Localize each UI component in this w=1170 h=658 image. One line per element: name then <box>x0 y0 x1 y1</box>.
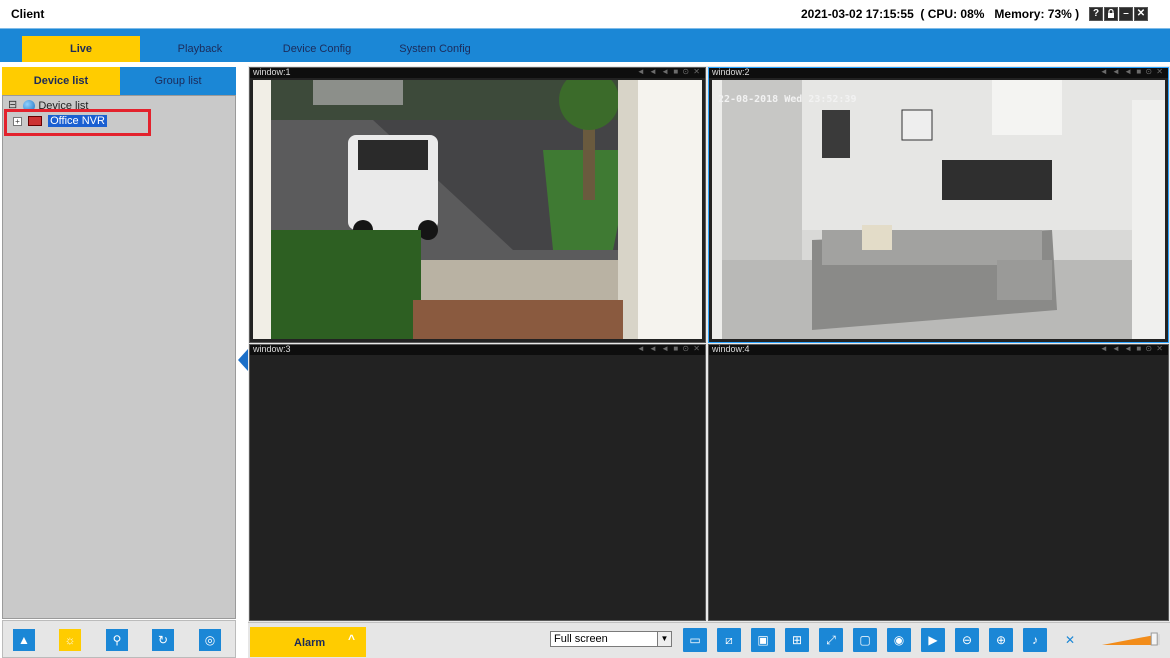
camera-feed-living-room: 22-08-2018 Wed 23:52:39 <box>712 80 1165 339</box>
device-tree: ⊟ Device list + Office NVR <box>2 95 236 619</box>
sidebar-tabs: Device list Group list <box>2 67 236 95</box>
alarm-tab[interactable]: Alarm ^ <box>250 627 366 657</box>
fullscreen-icon[interactable]: ⤢ <box>819 628 843 652</box>
chevron-up-icon[interactable]: ^ <box>348 632 355 646</box>
video-window-3[interactable]: window:3 ◄ ◄ ◄ ■ ⊙ ✕ <box>249 344 706 621</box>
title-bar: Client 2021-03-02 17:15:55 ( CPU: 08% Me… <box>0 0 1170 28</box>
video-grid: window:1 ◄ ◄ ◄ ■ ⊙ ✕ window:2 ◄ ◄ ◄ ■ ⊙ … <box>248 66 1170 622</box>
tab-device-list[interactable]: Device list <box>2 67 120 95</box>
window-title: window:1 <box>253 67 291 77</box>
record-window-icon[interactable]: ▣ <box>751 628 775 652</box>
alarm-label: Alarm <box>294 637 326 649</box>
window-controls[interactable]: ◄ ◄ ◄ ■ ⊙ ✕ <box>1100 344 1164 353</box>
layout-select[interactable]: Full screen ▼ <box>550 631 672 647</box>
window-controls[interactable]: ◄ ◄ ◄ ■ ⊙ ✕ <box>637 67 701 76</box>
window-header: window:1 ◄ ◄ ◄ ■ ⊙ ✕ <box>250 67 705 78</box>
bottom-toolbar: Alarm ^ Full screen ▼ ▭ ⧄ ▣ ⊞ ⤢ ▢ ◉ ▶ ⊖ … <box>248 622 1170 658</box>
chevron-down-icon[interactable]: ▼ <box>657 632 671 646</box>
video-window-1[interactable]: window:1 ◄ ◄ ◄ ■ ⊙ ✕ <box>249 67 706 343</box>
window-header: window:3 ◄ ◄ ◄ ■ ⊙ ✕ <box>250 344 705 355</box>
pin-icon[interactable]: ⚲ <box>106 629 128 651</box>
window-header: window:4 ◄ ◄ ◄ ■ ⊙ ✕ <box>709 344 1168 355</box>
grid-layout-icon[interactable]: ⊞ <box>785 628 809 652</box>
camera-off-icon[interactable]: ⧄ <box>717 628 741 652</box>
minimize-icon[interactable]: – <box>1119 7 1133 21</box>
help-icon[interactable]: ? <box>1089 7 1103 21</box>
video-record-icon[interactable]: ▶ <box>921 628 945 652</box>
window-icon[interactable]: ▢ <box>853 628 877 652</box>
target-icon[interactable]: ◎ <box>199 629 221 651</box>
microphone-icon[interactable]: ♪ <box>1023 628 1047 652</box>
snapshot-icon[interactable]: ◉ <box>887 628 911 652</box>
tab-live[interactable]: Live <box>22 36 140 63</box>
volume-slider[interactable] <box>1102 631 1160 647</box>
sidebar-bottom-toolbar: ▲ ☼ ⚲ ↻ ◎ <box>2 620 236 658</box>
layout-select-value: Full screen <box>554 633 608 645</box>
window-title: window:4 <box>712 344 750 354</box>
main-tab-bar: Live Playback Device Config System Confi… <box>0 28 1170 63</box>
window-controls[interactable]: ◄ ◄ ◄ ■ ⊙ ✕ <box>1100 67 1164 76</box>
up-arrow-icon[interactable]: ▲ <box>13 629 35 651</box>
lock-icon[interactable] <box>1104 7 1118 21</box>
close-icon[interactable]: ✕ <box>1134 7 1148 21</box>
app-title: Client <box>11 7 45 21</box>
annotation-highlight <box>4 109 151 136</box>
window-controls[interactable]: ◄ ◄ ◄ ■ ⊙ ✕ <box>637 344 701 353</box>
sun-icon[interactable]: ☼ <box>59 629 81 651</box>
tab-device-config[interactable]: Device Config <box>262 36 372 63</box>
refresh-icon[interactable]: ↻ <box>152 629 174 651</box>
video-window-4[interactable]: window:4 ◄ ◄ ◄ ■ ⊙ ✕ <box>708 344 1169 621</box>
camera-feed-parking-lot <box>253 80 702 339</box>
video-window-2[interactable]: window:2 ◄ ◄ ◄ ■ ⊙ ✕ 22-08-2018 Wed 23:5… <box>708 67 1169 343</box>
window-title: window:3 <box>253 344 291 354</box>
status-readout: 2021-03-02 17:15:55 ( CPU: 08% Memory: 7… <box>801 7 1080 21</box>
window-header: window:2 ◄ ◄ ◄ ■ ⊙ ✕ <box>709 67 1168 78</box>
camera-stream-icon[interactable]: ▭ <box>683 628 707 652</box>
tab-group-list[interactable]: Group list <box>120 67 236 95</box>
camera-timestamp-overlay: 22-08-2018 Wed 23:52:39 <box>718 94 857 105</box>
window-title: window:2 <box>712 67 750 77</box>
zoom-in-icon[interactable]: ⊕ <box>989 628 1013 652</box>
zoom-out-icon[interactable]: ⊖ <box>955 628 979 652</box>
mute-icon[interactable]: ✕ <box>1058 628 1082 652</box>
tab-system-config[interactable]: System Config <box>380 36 490 63</box>
sidebar: Device list Group list ⊟ Device list + O… <box>0 62 240 658</box>
collapse-sidebar-icon[interactable] <box>238 349 248 371</box>
tab-playback[interactable]: Playback <box>146 36 254 63</box>
